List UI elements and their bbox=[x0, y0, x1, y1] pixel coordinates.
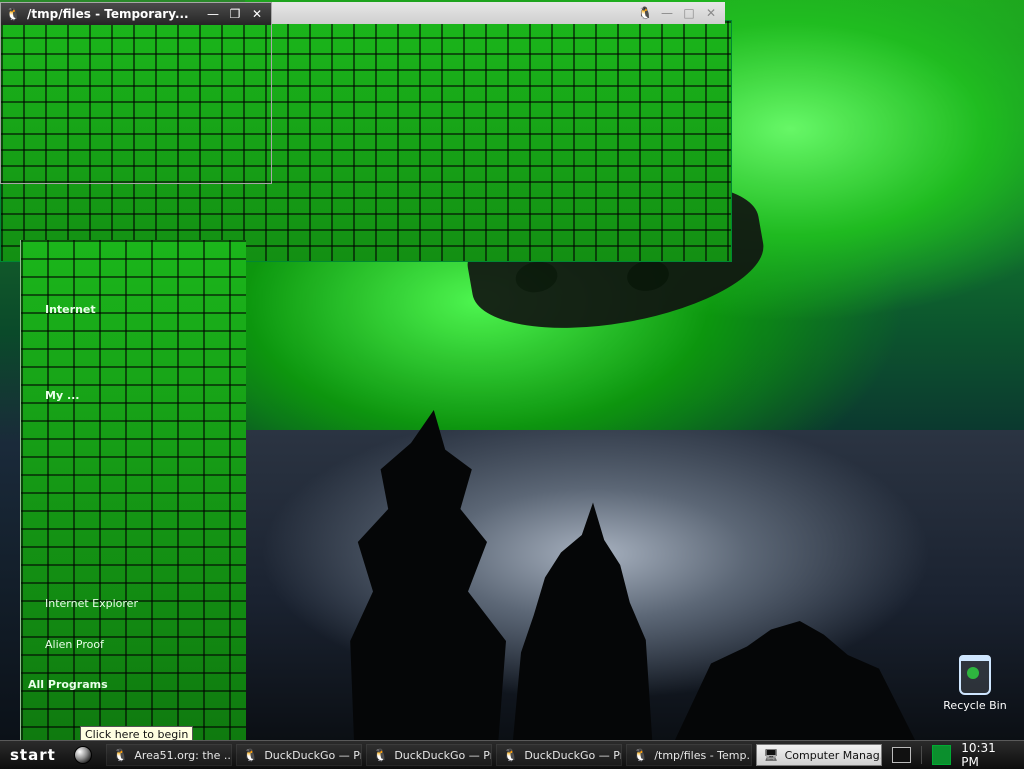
start-menu-item-internet-explorer[interactable]: Internet Explorer bbox=[45, 597, 138, 610]
system-tray: 10:31 PM bbox=[882, 741, 1024, 769]
taskbar-task[interactable]: 🐧 Area51.org: the ... bbox=[106, 744, 233, 766]
start-label: start bbox=[10, 746, 56, 764]
penguin-icon: 🐧 bbox=[633, 748, 649, 762]
start-menu-item-alien-proof[interactable]: Alien Proof bbox=[45, 638, 104, 651]
background-window-app-icon: 🐧 bbox=[637, 6, 653, 20]
background-window-minimize-button[interactable]: — bbox=[657, 4, 677, 22]
penguin-icon: 🐧 bbox=[503, 748, 519, 762]
front-window-close-button[interactable]: ✕ bbox=[247, 5, 267, 23]
recycle-bin-label: Recycle Bin bbox=[943, 699, 1007, 712]
network-icon[interactable] bbox=[932, 745, 952, 765]
taskbar-task-active[interactable]: 🖥 Computer Manag... bbox=[756, 744, 883, 766]
front-window-maximize-button[interactable]: ❐ bbox=[225, 5, 245, 23]
start-button[interactable]: start bbox=[2, 742, 100, 768]
taskbar-task[interactable]: 🐧 DuckDuckGo — Pr... bbox=[366, 744, 493, 766]
wallpaper-trees bbox=[245, 380, 1024, 740]
clock[interactable]: 10:31 PM bbox=[961, 741, 1014, 769]
penguin-icon: 🐧 bbox=[243, 748, 259, 762]
background-window: 🐧 — □ ✕ bbox=[270, 2, 725, 24]
background-window-maximize-button[interactable]: □ bbox=[679, 4, 699, 22]
recycle-bin[interactable]: Recycle Bin bbox=[942, 655, 1008, 712]
taskbar: start 🐧 Area51.org: the ... 🐧 DuckDuckGo… bbox=[0, 740, 1024, 769]
front-window-title: /tmp/files - Temporary... bbox=[27, 7, 189, 21]
start-menu-item-internet[interactable]: Internet bbox=[45, 303, 96, 316]
background-window-controls: 🐧 — □ ✕ bbox=[635, 4, 725, 22]
taskbar-task-label: DuckDuckGo — Pr... bbox=[264, 748, 363, 762]
keyboard-icon[interactable] bbox=[892, 747, 912, 763]
recycle-bin-icon bbox=[959, 655, 991, 695]
front-window-minimize-button[interactable]: — bbox=[203, 5, 223, 23]
taskbar-task[interactable]: 🐧 /tmp/files - Temp... bbox=[626, 744, 753, 766]
start-menu-all-programs[interactable]: All Programs bbox=[28, 678, 108, 691]
computer-icon: 🖥 bbox=[763, 748, 779, 762]
ufo-light bbox=[624, 257, 672, 295]
taskbar-tasks: 🐧 Area51.org: the ... 🐧 DuckDuckGo — Pr.… bbox=[106, 744, 883, 766]
penguin-icon: 🐧 bbox=[373, 748, 389, 762]
start-orb-icon bbox=[74, 746, 93, 764]
taskbar-task-label: DuckDuckGo — Pr... bbox=[524, 748, 623, 762]
taskbar-task-label: /tmp/files - Temp... bbox=[654, 748, 753, 762]
front-window-titlebar[interactable]: 🐧 /tmp/files - Temporary... — ❐ ✕ bbox=[1, 3, 271, 25]
ufo-light bbox=[513, 258, 560, 296]
taskbar-task[interactable]: 🐧 DuckDuckGo — Pr... bbox=[236, 744, 363, 766]
penguin-icon: 🐧 bbox=[113, 748, 129, 762]
background-window-titlebar[interactable]: 🐧 — □ ✕ bbox=[270, 2, 725, 24]
taskbar-task-label: Computer Manag... bbox=[784, 748, 883, 762]
start-menu-item-my[interactable]: My ... bbox=[45, 389, 79, 402]
taskbar-task-label: DuckDuckGo — Pr... bbox=[394, 748, 493, 762]
front-window-controls: — ❐ ✕ bbox=[203, 5, 271, 23]
front-window: 🐧 /tmp/files - Temporary... — ❐ ✕ bbox=[0, 2, 272, 184]
taskbar-task-label: Area51.org: the ... bbox=[134, 748, 233, 762]
front-window-app-icon: 🐧 bbox=[5, 7, 21, 21]
taskbar-task[interactable]: 🐧 DuckDuckGo — Pr... bbox=[496, 744, 623, 766]
background-window-close-button[interactable]: ✕ bbox=[701, 4, 721, 22]
tray-separator bbox=[921, 746, 923, 764]
